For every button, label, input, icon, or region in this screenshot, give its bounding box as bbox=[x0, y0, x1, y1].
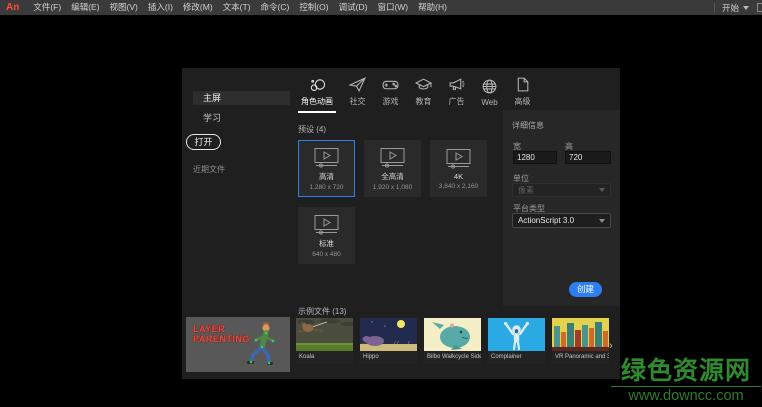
menu-edit[interactable]: 编辑(E) bbox=[66, 0, 104, 15]
preset-name: 高清 bbox=[319, 171, 334, 182]
video-preset-icon bbox=[445, 148, 472, 170]
video-preset-icon bbox=[313, 214, 340, 236]
preset-name: 全高清 bbox=[381, 171, 404, 182]
preset-size: 640 x 480 bbox=[312, 251, 341, 258]
sample-label: Koala bbox=[296, 351, 353, 364]
tab-ads[interactable]: 广告 bbox=[445, 76, 468, 113]
hippo-thumbnail bbox=[360, 318, 417, 351]
preset-card-full-hd[interactable]: 全高清 1,920 x 1,080 bbox=[364, 140, 421, 197]
category-tabs: 角色动画 社交 游戏 教育 广告 bbox=[298, 76, 534, 113]
menu-modify[interactable]: 修改(M) bbox=[178, 0, 218, 15]
recent-files-label: 近期文件 bbox=[193, 164, 225, 175]
sample-card-complainer[interactable]: Complainer bbox=[488, 318, 545, 364]
sample-card-hippo[interactable]: Hippo bbox=[360, 318, 417, 364]
workspace-label: 开始 bbox=[722, 2, 739, 14]
gamepad-icon bbox=[382, 76, 399, 93]
document-icon bbox=[514, 76, 531, 93]
tab-advanced[interactable]: 高级 bbox=[511, 76, 534, 113]
menu-text[interactable]: 文本(T) bbox=[218, 0, 256, 15]
vr-panoramic-thumbnail bbox=[552, 318, 609, 351]
details-heading: 详细信息 bbox=[512, 120, 544, 131]
chevron-down-icon bbox=[599, 219, 605, 223]
preset-row: 高清 1,280 x 720 全高清 1,920 x 1,080 4K 3,84… bbox=[298, 140, 487, 197]
sample-label: Hippo bbox=[360, 351, 417, 364]
watermark-title: 绿色资源网 bbox=[611, 358, 761, 385]
create-button[interactable]: 创建 bbox=[569, 282, 602, 297]
height-input[interactable] bbox=[565, 151, 611, 164]
tab-social[interactable]: 社交 bbox=[346, 76, 369, 113]
menu-file[interactable]: 文件(F) bbox=[28, 0, 66, 15]
tab-education[interactable]: 教育 bbox=[412, 76, 435, 113]
width-input[interactable] bbox=[513, 151, 557, 164]
platform-value: ActionScript 3.0 bbox=[518, 216, 574, 225]
menubar-separator bbox=[714, 3, 715, 12]
sample-label: VR Panoramic and 3 bbox=[552, 351, 609, 364]
menu-commands[interactable]: 命令(C) bbox=[256, 0, 295, 15]
preset-row: 标准 640 x 480 bbox=[298, 207, 355, 264]
preset-name: 4K bbox=[454, 172, 463, 181]
sample-card-vr-panoramic[interactable]: VR Panoramic and 3 bbox=[552, 318, 609, 364]
preset-size: 1,920 x 1,080 bbox=[373, 184, 412, 191]
tab-games[interactable]: 游戏 bbox=[379, 76, 402, 113]
platform-dropdown[interactable]: ActionScript 3.0 bbox=[512, 213, 611, 228]
watermark-url: www.downcc.com bbox=[611, 386, 761, 404]
open-button[interactable]: 打开 bbox=[186, 134, 221, 150]
megaphone-icon bbox=[448, 76, 465, 93]
sidebar-item-learn[interactable]: 学习 bbox=[193, 111, 290, 125]
details-panel: 详细信息 宽 高 单位 像素 平台类型 ActionScript 3.0 创建 bbox=[503, 110, 620, 306]
samples-heading: 示例文件 (13) bbox=[298, 306, 346, 317]
menu-debug[interactable]: 调试(D) bbox=[334, 0, 373, 15]
preset-card-hd[interactable]: 高清 1,280 x 720 bbox=[298, 140, 355, 197]
sidebar-item-home[interactable]: 主屏 bbox=[193, 91, 290, 105]
menubar-right: 开始 bbox=[714, 0, 762, 15]
recent-file-thumbnail-layer-parenting[interactable]: LAYER PARENTING bbox=[186, 317, 290, 372]
video-preset-icon bbox=[379, 147, 406, 169]
menu-control[interactable]: 控制(O) bbox=[294, 0, 333, 15]
paper-plane-icon bbox=[349, 76, 366, 93]
workspace-switcher[interactable]: 开始 bbox=[722, 2, 757, 14]
start-screen-window: 主屏 学习 打开 近期文件 LAYER PARENTING bbox=[182, 68, 620, 379]
preset-size: 1,280 x 720 bbox=[310, 184, 344, 191]
sample-card-bilbo[interactable]: Bilbo Walkcycle Side bbox=[424, 318, 481, 364]
sample-label: Bilbo Walkcycle Side bbox=[424, 351, 481, 364]
menu-help[interactable]: 帮助(H) bbox=[413, 0, 452, 15]
character-animation-icon bbox=[309, 76, 326, 93]
sample-card-koala[interactable]: Koala bbox=[296, 318, 353, 364]
watermark: 绿色资源网 www.downcc.com bbox=[611, 358, 761, 404]
complainer-thumbnail bbox=[488, 318, 545, 351]
globe-icon bbox=[481, 78, 498, 95]
app-logo: An bbox=[0, 2, 28, 13]
units-dropdown: 像素 bbox=[512, 183, 611, 197]
truncated-icon bbox=[757, 3, 762, 12]
koala-thumbnail bbox=[296, 318, 353, 351]
chevron-down-icon bbox=[743, 6, 749, 10]
tab-character-animation[interactable]: 角色动画 bbox=[298, 76, 336, 113]
presets-heading: 预设 (4) bbox=[298, 124, 326, 135]
preset-size: 3,840 x 2,160 bbox=[439, 183, 478, 190]
walking-character-illustration bbox=[242, 320, 284, 370]
units-value: 像素 bbox=[518, 185, 534, 196]
bilbo-walkcycle-thumbnail bbox=[424, 318, 481, 351]
tab-web[interactable]: Web bbox=[478, 78, 501, 113]
menu-window[interactable]: 窗口(W) bbox=[372, 0, 413, 15]
preset-card-standard[interactable]: 标准 640 x 480 bbox=[298, 207, 355, 264]
preset-name: 标准 bbox=[319, 238, 334, 249]
menubar: An 文件(F) 编辑(E) 视图(V) 插入(I) 修改(M) 文本(T) 命… bbox=[0, 0, 762, 15]
sample-label: Complainer bbox=[488, 351, 545, 364]
samples-row: Koala Hippo bbox=[296, 318, 609, 364]
samples-next-button[interactable]: › bbox=[609, 340, 613, 352]
menu-view[interactable]: 视图(V) bbox=[105, 0, 143, 15]
menu-insert[interactable]: 插入(I) bbox=[143, 0, 178, 15]
video-preset-icon bbox=[313, 147, 340, 169]
chevron-down-icon bbox=[599, 188, 605, 192]
preset-card-4k[interactable]: 4K 3,840 x 2,160 bbox=[430, 140, 487, 197]
graduation-cap-icon bbox=[415, 76, 432, 93]
